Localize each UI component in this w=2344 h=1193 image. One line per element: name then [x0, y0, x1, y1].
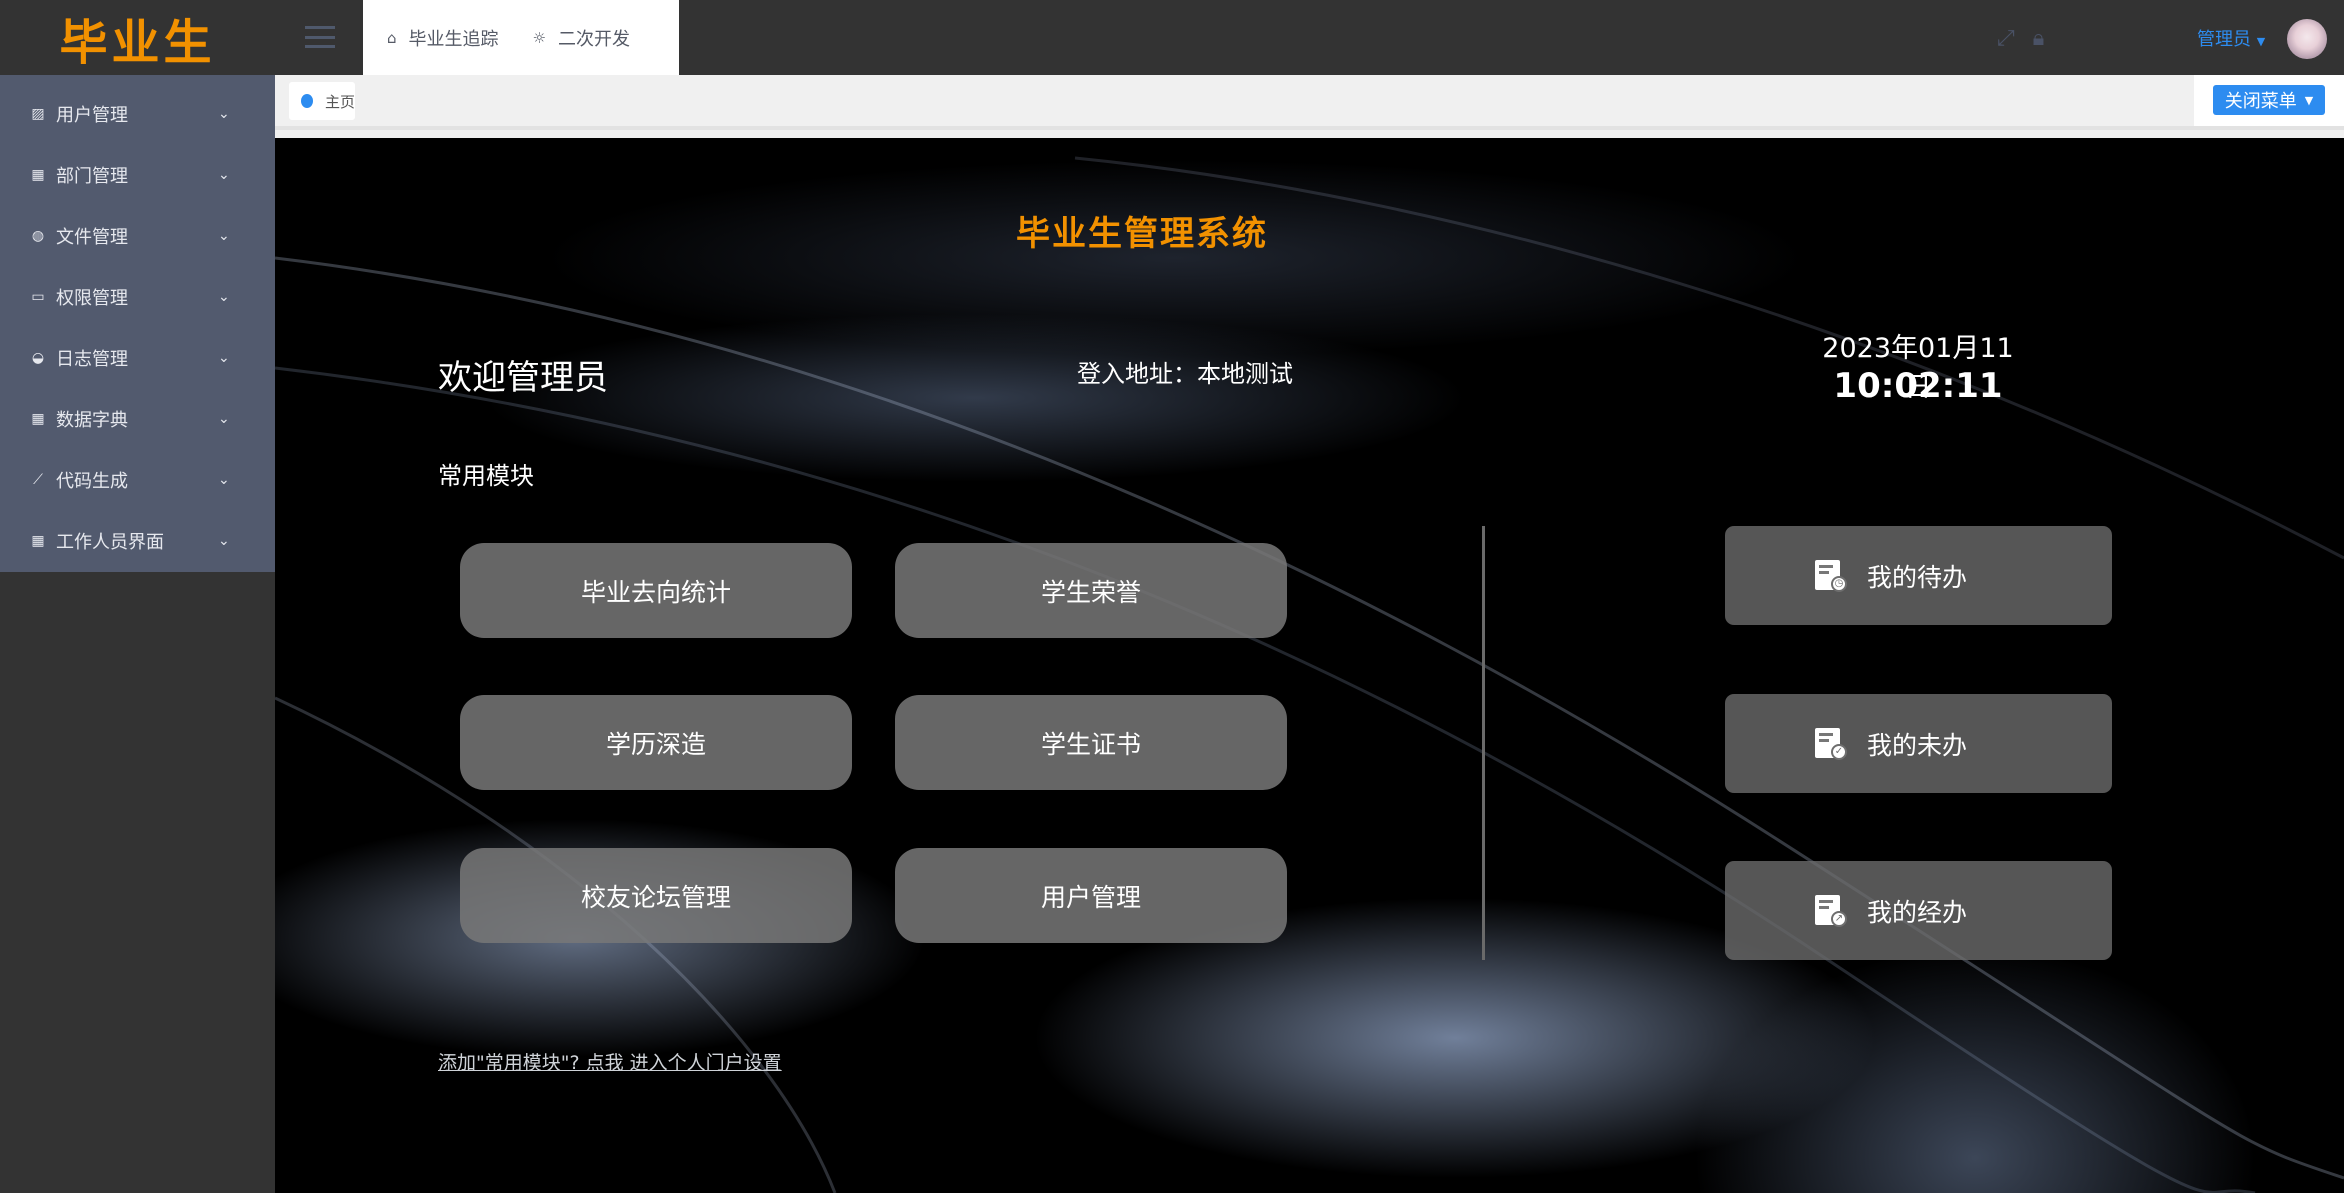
breadcrumb-home[interactable]: 主页 [289, 82, 355, 120]
grid-icon: ▦ [31, 410, 45, 427]
caret-down-icon: ▼ [2256, 35, 2266, 48]
sidebar-item-label: 代码生成 [56, 470, 128, 492]
chevron-down-icon: ⌄ [218, 410, 230, 427]
sidebar: 毕业生 ▨ 用户管理 ⌄ ▦ 部门管理 ⌄ ◍ 文件管理 ⌄ ▭ 权限管理 ⌄ ◒ 日志管理 ⌄ ▦… [0, 0, 275, 1193]
my-undone-button[interactable]: ✓ 我的未办 [1725, 694, 2112, 793]
dot-icon [301, 94, 313, 108]
common-modules-heading: 常用模块 [438, 462, 534, 490]
welcome-text: 欢迎管理员 [438, 358, 608, 398]
sidebar-item-label: 数据字典 [56, 409, 128, 431]
current-time: 10:02:11 [1833, 366, 2003, 406]
sidebar-item-staff-interface[interactable]: ▦ 工作人员界面 ⌄ [0, 510, 275, 571]
logo: 毕业生 [59, 14, 216, 71]
ball-icon: ◍ [31, 227, 45, 244]
my-todo-button[interactable]: ◷ 我的待办 [1725, 526, 2112, 625]
fullscreen-icon[interactable]: ⤢ [1997, 26, 2015, 51]
task-label: 我的待办 [1867, 562, 1968, 592]
breadcrumb-bar: 主页 关闭菜单 ▼ [275, 75, 2344, 130]
sidebar-item-label: 日志管理 [56, 348, 128, 370]
bulb-icon: ☼ [532, 28, 546, 47]
menu-toggle-icon[interactable] [305, 26, 335, 48]
main-content: 毕业生管理系统 欢迎管理员 登入地址：本地测试 2023年01月11日 10:0… [275, 138, 2344, 1193]
task-label: 我的未办 [1867, 730, 1968, 760]
sidebar-item-user-management[interactable]: ▨ 用户管理 ⌄ [0, 83, 275, 144]
sidebar-item-label: 工作人员界面 [56, 531, 164, 553]
chevron-down-icon: ⌄ [218, 471, 230, 488]
chevron-down-icon: ⌄ [218, 288, 230, 305]
sidebar-item-code-generation[interactable]: ⟋ 代码生成 ⌄ [0, 449, 275, 510]
gauge-icon: ◒ [31, 349, 45, 366]
login-address: 登入地址：本地测试 [1077, 360, 1293, 388]
caret-down-icon: ▼ [2304, 93, 2314, 107]
user-name: 管理员 [2197, 29, 2251, 50]
module-button-graduation-stats[interactable]: 毕业去向统计 [460, 543, 852, 638]
sidebar-item-file-management[interactable]: ◍ 文件管理 ⌄ [0, 205, 275, 266]
sidebar-item-permission-management[interactable]: ▭ 权限管理 ⌄ [0, 266, 275, 327]
chart-icon: ▨ [31, 105, 45, 122]
top-tabs: ⌂ 毕业生追踪 ☼ 二次开发 [363, 0, 679, 75]
document-arrow-icon: ↗ [1815, 894, 1847, 927]
sidebar-item-label: 权限管理 [56, 287, 128, 309]
sidebar-item-label: 用户管理 [56, 104, 128, 126]
chevron-down-icon: ⌄ [218, 166, 230, 183]
grid-icon: ▦ [31, 166, 45, 183]
lock-icon[interactable]: 🔒︎ [2033, 26, 2045, 51]
document-check-icon: ✓ [1815, 727, 1847, 760]
module-button-student-honors[interactable]: 学生荣誉 [895, 543, 1287, 638]
sidebar-item-data-dictionary[interactable]: ▦ 数据字典 ⌄ [0, 388, 275, 449]
module-button-user-management[interactable]: 用户管理 [895, 848, 1287, 943]
divider [1482, 526, 1485, 960]
chevron-down-icon: ⌄ [218, 105, 230, 122]
tab-secondary-dev[interactable]: ☼ 二次开发 [533, 25, 630, 51]
module-button-alumni-forum[interactable]: 校友论坛管理 [460, 848, 852, 943]
grid-icon: ▦ [31, 532, 45, 549]
brush-icon: ⟋ [33, 471, 43, 488]
chevron-down-icon: ⌄ [218, 349, 230, 366]
home-icon: ⌂ [387, 28, 397, 47]
close-menu-button[interactable]: 关闭菜单 ▼ [2213, 85, 2325, 115]
module-button-student-certificates[interactable]: 学生证书 [895, 695, 1287, 790]
user-dropdown[interactable]: 管理员 ▼ [2197, 25, 2265, 51]
close-menu-label: 关闭菜单 [2224, 91, 2297, 112]
module-button-further-study[interactable]: 学历深造 [460, 695, 852, 790]
system-title: 毕业生管理系统 [1016, 214, 1268, 254]
breadcrumb-label: 主页 [325, 92, 356, 111]
sidebar-item-label: 部门管理 [56, 165, 128, 187]
background-swirls [275, 156, 2344, 1193]
monitor-icon: ▭ [31, 288, 45, 305]
avatar[interactable] [2287, 19, 2327, 59]
sidebar-item-log-management[interactable]: ◒ 日志管理 ⌄ [0, 327, 275, 388]
sidebar-item-department-management[interactable]: ▦ 部门管理 ⌄ [0, 144, 275, 205]
tab-label: 毕业生追踪 [408, 28, 499, 50]
portal-settings-link[interactable]: 添加"常用模块"? 点我 进入个人门户设置 [438, 1048, 782, 1075]
task-label: 我的经办 [1867, 897, 1968, 927]
chevron-down-icon: ⌄ [218, 532, 230, 549]
sidebar-menu: ▨ 用户管理 ⌄ ▦ 部门管理 ⌄ ◍ 文件管理 ⌄ ▭ 权限管理 ⌄ ◒ 日志管理 ⌄ ▦ 数据字典… [0, 75, 275, 572]
my-handled-button[interactable]: ↗ 我的经办 [1725, 861, 2112, 960]
sidebar-item-label: 文件管理 [56, 226, 128, 248]
tab-graduate-tracking[interactable]: ⌂ 毕业生追踪 [387, 25, 499, 51]
tab-label: 二次开发 [557, 28, 630, 50]
document-clock-icon: ◷ [1815, 559, 1847, 592]
top-bar: ⌂ 毕业生追踪 ☼ 二次开发 ⤢ 🔒︎ 管理员 ▼ [275, 0, 2344, 75]
chevron-down-icon: ⌄ [218, 227, 230, 244]
